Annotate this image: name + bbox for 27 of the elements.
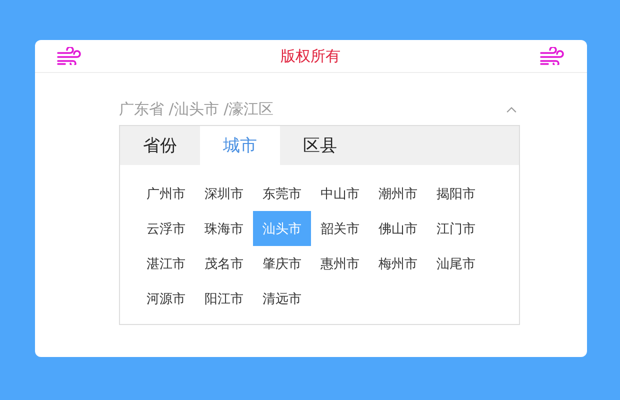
city-option[interactable]: 东莞市 (253, 176, 311, 211)
city-option[interactable]: 湛江市 (137, 246, 195, 281)
city-option[interactable]: 茂名市 (195, 246, 253, 281)
address-text: 广东省 /汕头市 /濠江区 (119, 100, 274, 118)
city-option[interactable]: 清远市 (253, 281, 311, 316)
city-option[interactable]: 中山市 (311, 176, 369, 211)
city-option[interactable]: 肇庆市 (253, 246, 311, 281)
city-option[interactable]: 梅州市 (369, 246, 427, 281)
city-option[interactable]: 河源市 (137, 281, 195, 316)
city-option[interactable]: 潮州市 (369, 176, 427, 211)
city-option[interactable]: 佛山市 (369, 211, 427, 246)
tab[interactable]: 区县 (280, 126, 360, 165)
city-option[interactable]: 江门市 (427, 211, 485, 246)
city-option[interactable]: 阳江市 (195, 281, 253, 316)
city-option[interactable]: 汕尾市 (427, 246, 485, 281)
city-option[interactable]: 韶关市 (311, 211, 369, 246)
chevron-icon[interactable] (506, 106, 517, 112)
tab[interactable]: 省份 (120, 126, 200, 165)
city-option[interactable]: 揭阳市 (427, 176, 485, 211)
city-option[interactable]: 广州市 (137, 176, 195, 211)
city-option[interactable]: 云浮市 (137, 211, 195, 246)
city-option[interactable]: 珠海市 (195, 211, 253, 246)
city-option[interactable]: 惠州市 (311, 246, 369, 281)
wind-icon (57, 47, 81, 65)
header-title: 版权所有 (280, 46, 340, 66)
city-option[interactable]: 深圳市 (195, 176, 253, 211)
wind-icon (540, 47, 564, 65)
